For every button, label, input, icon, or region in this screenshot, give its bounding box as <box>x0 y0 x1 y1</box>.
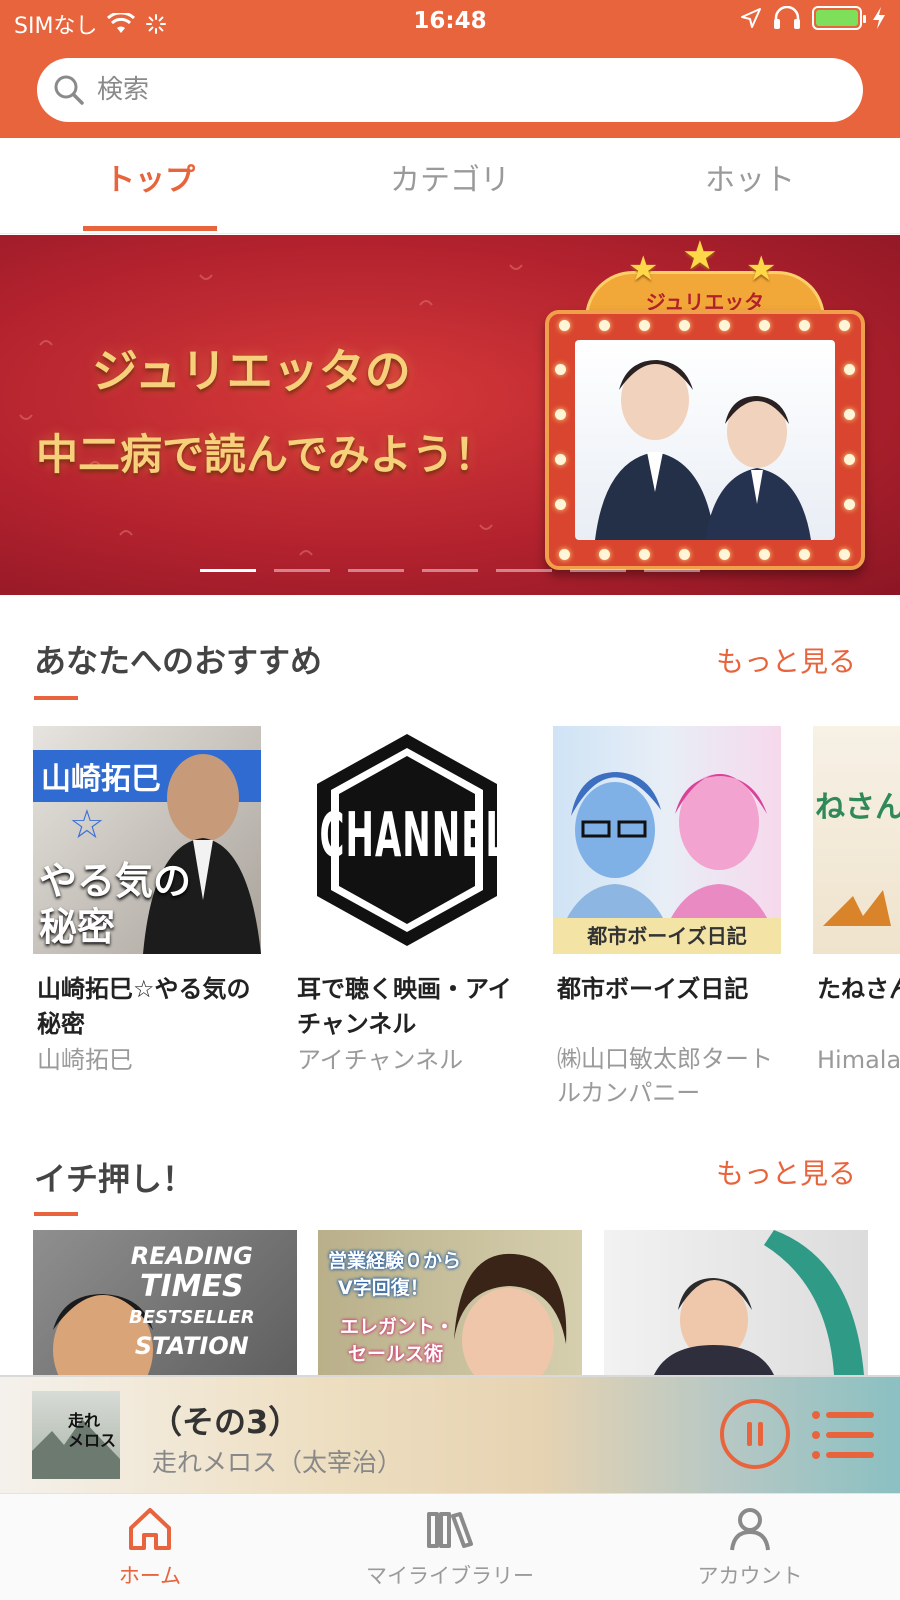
banner-line1: ジュリエッタの <box>92 344 411 398</box>
item-title: 都市ボーイズ日記 <box>557 975 749 1003</box>
pick-card[interactable] <box>604 1230 868 1375</box>
pick-cover-line: セールス術 <box>348 1343 444 1365</box>
item-author: 山崎拓巳 <box>37 1046 133 1074</box>
cover-logo-text: ICHANNEL <box>305 800 509 872</box>
cover-image: ICHANNEL <box>293 726 521 954</box>
cover-title: 山崎拓巳 <box>41 762 161 797</box>
pick-cover-line: READING <box>130 1242 253 1270</box>
page-dot[interactable] <box>422 569 478 572</box>
bottom-nav: ホーム マイライブラリー アカウント <box>0 1493 900 1600</box>
more-link-picks[interactable]: もっと見る <box>716 1152 856 1192</box>
pick-cover-line: エレガント・ <box>340 1316 455 1338</box>
item-author: Himala <box>817 1046 900 1074</box>
search-input[interactable] <box>97 75 797 105</box>
list-item[interactable]: ICHANNEL 耳で聴く映画・アイチャンネル アイチャンネル <box>293 726 521 1078</box>
pick-cover-line: TIMES <box>140 1269 244 1304</box>
player-subtitle: 走れメロス（太宰治） <box>152 1448 403 1477</box>
item-author: アイチャンネル <box>297 1046 464 1074</box>
item-title: 山崎拓巳☆やる気の秘密 <box>37 975 251 1038</box>
mini-player[interactable]: 走れ メロス （その3） 走れメロス（太宰治） <box>0 1375 900 1493</box>
status-bar: SIMなし 16:48 <box>0 0 900 44</box>
list-item[interactable]: ねさん たねさん Himala <box>813 726 900 1078</box>
section-title-picks: イチ押し！ <box>34 1160 195 1198</box>
playlist-icon[interactable] <box>810 1405 876 1465</box>
two-men-photo <box>595 360 811 540</box>
top-tabs: トップ カテゴリ ホット <box>0 138 900 234</box>
nav-label: ホーム <box>118 1564 182 1588</box>
search-icon <box>54 75 84 105</box>
banner-pagination <box>200 569 700 572</box>
library-icon <box>427 1512 473 1548</box>
banner-photo <box>575 340 835 540</box>
section-underline <box>34 1212 78 1216</box>
search-bar[interactable] <box>37 58 863 122</box>
nav-home[interactable]: ホーム <box>0 1494 300 1600</box>
player-title: （その3） <box>150 1403 301 1441</box>
pick-card[interactable]: 営業経験０から V字回復！ エレガント・ セールス術 <box>318 1230 582 1375</box>
status-right <box>740 6 886 30</box>
page-dot[interactable] <box>348 569 404 572</box>
list-item[interactable]: 山崎拓巳 ☆ やる気の 秘密 山崎拓巳☆やる気の秘密 山崎拓巳 <box>33 726 261 1078</box>
tab-top[interactable]: トップ <box>0 138 300 233</box>
app-header: SIMなし 16:48 <box>0 0 900 138</box>
pick-cover-line: 営業経験０から <box>328 1250 462 1272</box>
page-dot[interactable] <box>570 569 626 572</box>
pause-button[interactable] <box>720 1399 790 1469</box>
tab-hot[interactable]: ホット <box>600 138 900 233</box>
star-icon: ★ <box>628 249 659 289</box>
banner-line2: 中二病で読んでみよう！ <box>36 430 496 479</box>
item-title: 耳で聴く映画・アイチャンネル <box>297 975 512 1038</box>
photo-frame <box>545 310 865 570</box>
section-underline <box>34 696 78 700</box>
account-icon <box>730 1508 770 1551</box>
nav-label: アカウント <box>697 1564 803 1588</box>
cover-star: ☆ <box>69 802 105 848</box>
pick-cover-line: V字回復！ <box>338 1277 429 1299</box>
nav-label: マイライブラリー <box>366 1564 534 1588</box>
pick-card[interactable]: READING TIMES BESTSELLER STATION <box>33 1230 297 1375</box>
cover-image: ねさん <box>813 726 900 954</box>
battery-icon <box>812 6 866 30</box>
more-link-recommend[interactable]: もっと見る <box>716 640 856 680</box>
nav-account[interactable]: アカウント <box>600 1494 900 1600</box>
page-dot[interactable] <box>274 569 330 572</box>
star-icon: ★ <box>746 249 777 289</box>
page-dot[interactable] <box>200 569 256 572</box>
page-dot[interactable] <box>496 569 552 572</box>
player-cover-image: 走れ メロス <box>32 1391 120 1479</box>
tab-category[interactable]: カテゴリ <box>300 138 600 233</box>
promo-banner[interactable]: ジュリエッタの 中二病で読んでみよう！ ジュリエッタ ★ ★ ★ <box>0 235 900 595</box>
headphones-icon <box>774 6 800 29</box>
list-item[interactable]: 都市ボーイズ日記 都市ボーイズ日記 ㈱山口敏太郎タートルカンパニー <box>553 726 781 1110</box>
nav-library[interactable]: マイライブラリー <box>300 1494 600 1600</box>
banner-headline: ジュリエッタの 中二病で読んでみよう！ <box>36 335 496 482</box>
cover-line: 秘密 <box>39 905 116 949</box>
item-title: たねさん <box>817 975 900 1003</box>
charging-bolt-icon <box>873 7 885 29</box>
pick-cover-line: BESTSELLER <box>129 1307 255 1328</box>
location-arrow-icon <box>741 8 761 28</box>
star-icon: ★ <box>682 235 718 279</box>
cover-image: 都市ボーイズ日記 <box>553 726 781 954</box>
item-author: ㈱山口敏太郎タートルカンパニー <box>557 1045 773 1107</box>
page-dot[interactable] <box>644 569 700 572</box>
player-cover-line: 走れ <box>68 1411 101 1430</box>
cover-image: 山崎拓巳 ☆ やる気の 秘密 <box>33 726 261 954</box>
home-icon <box>129 1508 171 1550</box>
section-title-recommend: あなたへのおすすめ <box>34 642 323 680</box>
player-cover-line: メロス <box>68 1431 117 1450</box>
cover-caption: 都市ボーイズ日記 <box>553 918 781 954</box>
pick-cover-line: STATION <box>134 1332 249 1360</box>
